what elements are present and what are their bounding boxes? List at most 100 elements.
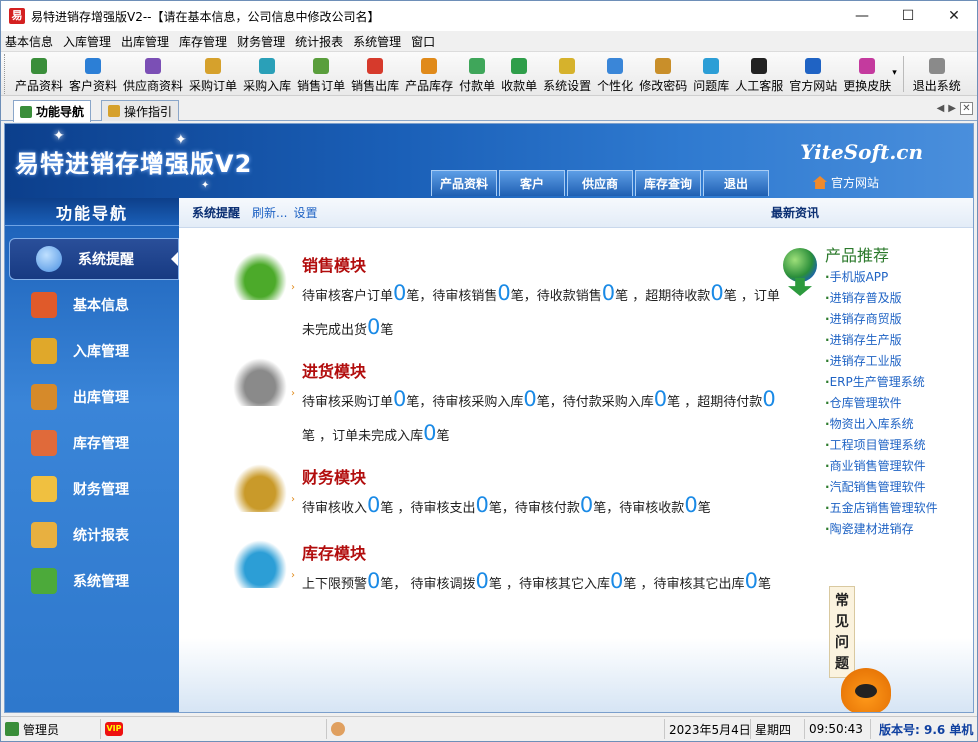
product-link[interactable]: 进销存商贸版 [825,310,938,331]
pending-count[interactable]: 0 [602,281,615,305]
pending-count[interactable]: 0 [684,493,697,517]
pending-count[interactable]: 0 [367,569,380,593]
sidebar-item-reports[interactable]: 统计报表 [5,514,179,556]
pending-count[interactable]: 0 [476,493,489,517]
pending-count[interactable]: 0 [367,493,380,517]
module-summary: 待审核采购订单0笔，待审核采购入库0笔，待付款采购入库0笔 ，超期待付款0笔 ，… [302,384,782,452]
product-link[interactable]: 陶瓷建材进销存 [825,520,938,541]
product-link[interactable]: 进销存普及版 [825,289,938,310]
tab-close-icon[interactable]: ✕ [960,102,973,115]
toolbar-live-support-button[interactable]: 人工客服 [732,52,786,94]
pending-count[interactable]: 0 [710,281,723,305]
pending-count[interactable]: 0 [497,281,510,305]
toolbar-personalize-button[interactable]: 个性化 [594,52,636,94]
menu-outbound[interactable]: 出库管理 [117,33,175,50]
toolbar-purchase-order-button[interactable]: 采购订单 [186,52,240,94]
menu-inventory[interactable]: 库存管理 [175,33,233,50]
sidebar-item-outbound[interactable]: 出库管理 [5,376,179,418]
receipt-icon [511,58,528,74]
product-link[interactable]: 五金店销售管理软件 [825,499,938,520]
sidebar-item-finance[interactable]: 财务管理 [5,468,179,510]
toolbar-product-stock-button[interactable]: 产品库存 [402,52,456,94]
menu-basic-info[interactable]: 基本信息 [1,33,59,50]
menu-system[interactable]: 系统管理 [349,33,407,50]
toolbar-customers-button[interactable]: 客户资料 [66,52,120,94]
globe-icon [783,248,817,282]
toolbar-change-password-button[interactable]: 修改密码 [636,52,690,94]
toolbar-grip[interactable] [4,54,10,94]
pending-count[interactable]: 0 [523,387,536,411]
toolbar-label: 人工客服 [735,79,784,93]
maximize-button[interactable]: ☐ [885,1,931,31]
sidebar-item-label: 基本信息 [73,298,129,314]
product-link[interactable]: 汽配销售管理软件 [825,478,938,499]
product-link[interactable]: 工程项目管理系统 [825,436,938,457]
pending-count[interactable]: 0 [476,569,489,593]
active-pointer-icon [171,252,178,266]
banner-tab-suppliers[interactable]: 供应商 [567,170,633,196]
toolbar-receipt-button[interactable]: 收款单 [498,52,540,94]
toolbar-products-button[interactable]: 产品资料 [12,52,66,94]
toolbar-suppliers-button[interactable]: 供应商资料 [120,52,186,94]
sidebar-item-inventory[interactable]: 库存管理 [5,422,179,464]
toolbar-exit-system-button[interactable]: 退出系统 [910,52,964,94]
customer-service-icon[interactable] [331,722,345,736]
toolbar-sales-outbound-button[interactable]: 销售出库 [348,52,402,94]
product-link[interactable]: 物资出入库系统 [825,415,938,436]
pending-count[interactable]: 0 [393,281,406,305]
tab-scroll-left-icon[interactable]: ◀ [937,103,945,114]
module-summary: 上下限预警0笔， 待审核调拨0笔 ，待审核其它入库0笔 ，待审核其它出库0笔 [302,566,782,600]
minimize-button[interactable]: — [839,1,885,31]
pending-count[interactable]: 0 [393,387,406,411]
toolbar-label: 采购订单 [189,79,238,93]
product-link[interactable]: 手机版APP [825,268,938,289]
module-text: 笔 [436,429,450,444]
sidebar-item-inbound[interactable]: 入库管理 [5,330,179,372]
toolbar-purchase-inbound-button[interactable]: 采购入库 [240,52,294,94]
toolbar-faq-library-button[interactable]: 问题库 [690,52,732,94]
toolbar-sales-order-button[interactable]: 销售订单 [294,52,348,94]
toolbar-official-site-button[interactable]: 官方网站 [786,52,840,94]
product-link[interactable]: ERP生产管理系统 [825,373,938,394]
pending-count[interactable]: 0 [580,493,593,517]
pending-count[interactable]: 0 [423,421,436,445]
pending-count[interactable]: 0 [762,387,775,411]
pending-count[interactable]: 0 [745,569,758,593]
status-vip: VIP [101,719,327,739]
pending-count[interactable]: 0 [367,315,380,339]
toolbar-system-settings-button[interactable]: 系统设置 [540,52,594,94]
product-link[interactable]: 进销存工业版 [825,352,938,373]
close-button[interactable]: ✕ [931,1,977,31]
toolbar-label: 官方网站 [789,79,838,93]
product-link[interactable]: 进销存生产版 [825,331,938,352]
menu-window[interactable]: 窗口 [407,33,441,50]
tab-operation-guide[interactable]: 操作指引 [101,100,180,121]
pending-count[interactable]: 0 [610,569,623,593]
pending-count[interactable]: 0 [654,387,667,411]
menu-reports[interactable]: 统计报表 [291,33,349,50]
banner-tab-customers[interactable]: 客户 [499,170,565,196]
banner-tab-products[interactable]: 产品资料 [431,170,497,196]
menu-inbound[interactable]: 入库管理 [59,33,117,50]
sidebar-item-basic-info[interactable]: 基本信息 [5,284,179,326]
mascot-icon[interactable] [841,668,891,712]
banner-tab-stock-query[interactable]: 库存查询 [635,170,701,196]
toolbar-label: 个性化 [597,79,634,93]
skin-dropdown-icon[interactable]: ▾ [892,68,897,78]
product-link[interactable]: 仓库管理软件 [825,394,938,415]
vip-badge[interactable]: VIP [105,722,123,736]
menu-finance[interactable]: 财务管理 [233,33,291,50]
banner-tab-exit[interactable]: 退出 [703,170,769,196]
sidebar-item-system[interactable]: 系统管理 [5,560,179,602]
faq-button[interactable]: 常见问题 [829,586,855,678]
sidebar-item-system-alerts[interactable]: 系统提醒 [9,238,179,280]
menu-bar: 基本信息 入库管理 出库管理 库存管理 财务管理 统计报表 系统管理 窗口 [1,31,977,52]
refresh-link[interactable]: 刷新... [252,204,287,221]
settings-link[interactable]: 设置 [293,204,317,221]
tab-scroll-right-icon[interactable]: ▶ [948,103,956,114]
tab-function-nav[interactable]: 功能导航 [13,100,92,122]
toolbar-payment-button[interactable]: 付款单 [456,52,498,94]
product-link[interactable]: 商业销售管理软件 [825,457,938,478]
official-site-link[interactable]: 官方网站 [813,174,879,191]
toolbar-change-skin-button[interactable]: 更换皮肤 [840,52,894,94]
